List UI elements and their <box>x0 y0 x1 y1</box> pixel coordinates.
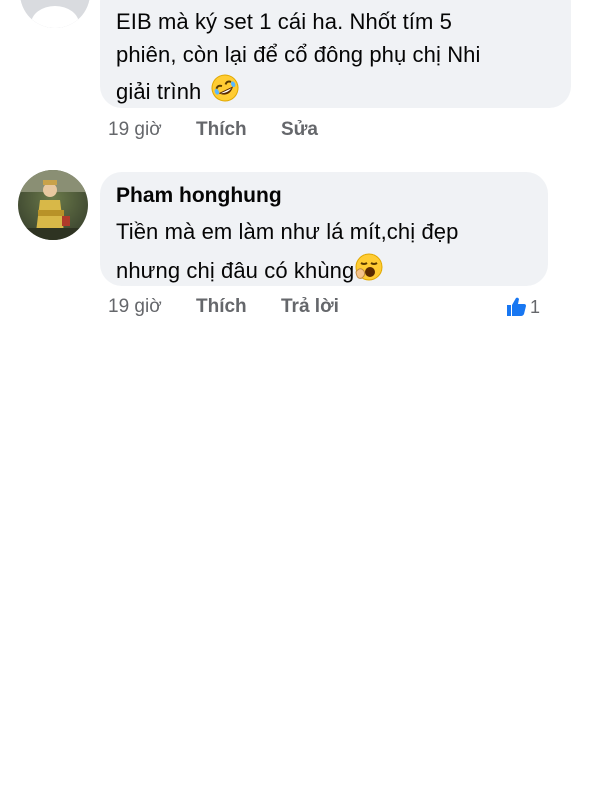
reaction-count: 1 <box>530 296 541 317</box>
comment-timestamp: 19 giờ <box>108 119 162 140</box>
comment-text-line: Tiền mà em làm như lá mít,chị đẹp <box>116 219 459 244</box>
edit-link[interactable]: Sửa <box>281 119 318 141</box>
rolling-on-floor-laughing-icon <box>210 73 240 109</box>
yawning-face-icon <box>354 252 384 288</box>
default-avatar-icon <box>20 0 90 28</box>
like-link[interactable]: Thích <box>196 296 247 318</box>
reaction-summary[interactable]: 1 <box>505 296 540 318</box>
comment-text-line: EIB mà ký set 1 cái ha. Nhốt tím 5 <box>116 9 452 34</box>
profile-photo-icon <box>18 170 88 240</box>
comment-text-line: nhưng chị đâu có khùng <box>116 252 384 288</box>
comment-text-fragment: giải trình <box>116 79 202 104</box>
avatar[interactable] <box>20 0 90 28</box>
comment-bubble[interactable]: Pham honghung Tiền mà em làm như lá mít,… <box>100 172 548 286</box>
thumbs-up-icon <box>505 296 527 318</box>
comment-1: EIB mà ký set 1 cái ha. Nhốt tím 5 phiên… <box>0 0 600 150</box>
comment-bubble[interactable]: EIB mà ký set 1 cái ha. Nhốt tím 5 phiên… <box>100 0 571 108</box>
comment-2: Pham honghung Tiền mà em làm như lá mít,… <box>0 150 600 330</box>
avatar[interactable] <box>18 170 88 240</box>
like-link[interactable]: Thích <box>196 119 247 141</box>
reply-link[interactable]: Trả lời <box>281 296 339 318</box>
comment-text-line: phiên, còn lại để cổ đông phụ chị Nhi <box>116 42 481 67</box>
comment-text-line: giải trình <box>116 73 240 109</box>
comment-text-fragment: nhưng chị đâu có khùng <box>116 258 355 283</box>
comment-author[interactable]: Pham honghung <box>116 184 282 208</box>
comment-timestamp: 19 giờ <box>108 296 162 317</box>
